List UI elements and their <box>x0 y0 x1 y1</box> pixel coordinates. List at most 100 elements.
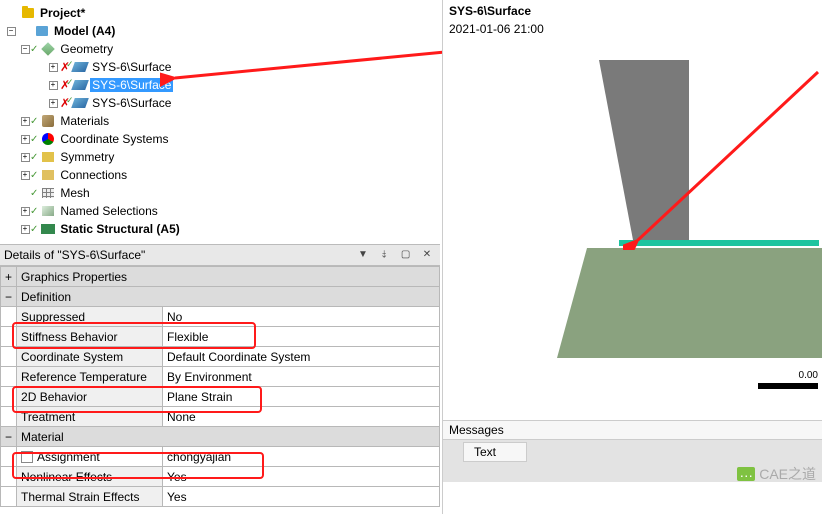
check-icon: ✓ <box>30 170 38 181</box>
row-thermal-label: Thermal Strain Effects <box>17 487 163 507</box>
close-icon[interactable]: ✕ <box>418 249 436 265</box>
row-suppressed-label: Suppressed <box>17 307 163 327</box>
check-icon: ✓ <box>30 44 38 55</box>
materials-icon <box>40 113 56 129</box>
messages-title: Messages <box>449 423 504 437</box>
messages-col-text[interactable]: Text <box>463 442 527 462</box>
row-cs-value[interactable]: Default Coordinate System <box>163 347 440 367</box>
check-icon: ✓ <box>30 134 38 145</box>
tree-coord-systems[interactable]: + ✓ Coordinate Systems <box>4 130 442 148</box>
section-material[interactable]: Material <box>17 427 440 447</box>
row-treatment-label: Treatment <box>17 407 163 427</box>
row-assignment-label: Assignment <box>37 450 100 464</box>
scale-legend: 0.00 <box>758 370 818 389</box>
check-icon: ✓ <box>30 152 38 163</box>
x-check-icon: ✗ <box>60 60 70 74</box>
check-icon: ✓ <box>30 206 38 217</box>
details-pane: Details of "SYS-6\Surface" ▼ ⤈ ▢ ✕ +Grap… <box>0 244 440 507</box>
surface-icon <box>72 95 88 111</box>
tree-materials-label: Materials <box>58 114 111 128</box>
details-header[interactable]: Details of "SYS-6\Surface" ▼ ⤈ ▢ ✕ <box>0 244 440 266</box>
collapse-icon[interactable]: − <box>1 427 17 447</box>
row-assignment-value[interactable]: chongyajian <box>163 447 440 467</box>
section-definition[interactable]: Definition <box>17 287 440 307</box>
static-structural-icon <box>40 221 56 237</box>
viewer-timestamp: 2021-01-06 21:00 <box>443 22 822 36</box>
viewer-title: SYS-6\Surface <box>443 0 822 22</box>
tree-symmetry-label: Symmetry <box>58 150 116 164</box>
x-check-icon: ✗ <box>60 96 70 110</box>
tree-surface-1-label: SYS-6\Surface <box>90 60 173 74</box>
row-2dbehavior-value[interactable]: Plane Strain <box>163 387 440 407</box>
expand-icon[interactable]: + <box>46 78 60 92</box>
collapse-icon[interactable]: − <box>1 287 17 307</box>
geometry-body-selected <box>619 240 819 246</box>
tree-named-selections[interactable]: + ✓ Named Selections <box>4 202 442 220</box>
tree-project[interactable]: Project* <box>4 4 442 22</box>
named-selections-icon <box>40 203 56 219</box>
tree-surface-3-label: SYS-6\Surface <box>90 96 173 110</box>
tree-surface-2[interactable]: + ✗ SYS-6\Surface <box>4 76 442 94</box>
row-treatment-value[interactable]: None <box>163 407 440 427</box>
tree-geometry-label: Geometry <box>58 42 115 56</box>
coord-sys-icon <box>40 131 56 147</box>
row-stiffness-label: Stiffness Behavior <box>17 327 163 347</box>
row-cs-label: Coordinate System <box>17 347 163 367</box>
assignment-checkbox[interactable] <box>21 451 33 463</box>
check-icon: ✓ <box>30 116 38 127</box>
tree-symmetry[interactable]: + ✓ Symmetry <box>4 148 442 166</box>
scale-value: 0.00 <box>799 370 818 381</box>
collapse-icon[interactable]: − <box>4 24 18 38</box>
tree-mesh[interactable]: ✓ Mesh <box>4 184 442 202</box>
tree-ns-label: Named Selections <box>58 204 159 218</box>
expand-icon[interactable]: + <box>1 267 17 287</box>
row-thermal-value[interactable]: Yes <box>163 487 440 507</box>
outline-tree[interactable]: Project* − Model (A4) − ✓ Geometry + ✗ S… <box>0 0 442 240</box>
row-reftemp-value[interactable]: By Environment <box>163 367 440 387</box>
tree-geometry[interactable]: − ✓ Geometry <box>4 40 442 58</box>
pin-icon[interactable]: ⤈ <box>375 249 393 265</box>
mesh-icon <box>40 185 56 201</box>
tree-model[interactable]: − Model (A4) <box>4 22 442 40</box>
row-2dbehavior-label: 2D Behavior <box>17 387 163 407</box>
tree-connections-label: Connections <box>58 168 129 182</box>
properties-table[interactable]: +Graphics Properties −Definition Suppres… <box>0 266 440 507</box>
check-icon: ✓ <box>30 188 38 199</box>
popup-icon[interactable]: ▢ <box>397 249 415 265</box>
tree-ss-label: Static Structural (A5) <box>58 222 181 236</box>
tree-surface-2-label: SYS-6\Surface <box>90 78 173 92</box>
connections-icon <box>40 167 56 183</box>
geometry-viewer[interactable]: SYS-6\Surface 2021-01-06 21:00 0.00 <box>443 0 822 420</box>
tree-mesh-label: Mesh <box>58 186 91 200</box>
surface-icon <box>72 59 88 75</box>
section-graphics[interactable]: Graphics Properties <box>17 267 440 287</box>
x-check-icon: ✗ <box>60 78 70 92</box>
dropdown-icon[interactable]: ▼ <box>354 249 372 265</box>
wechat-icon <box>737 467 755 481</box>
geometry-body-bottom <box>587 248 822 358</box>
tree-surface-3[interactable]: + ✗ SYS-6\Surface <box>4 94 442 112</box>
tree-connections[interactable]: + ✓ Connections <box>4 166 442 184</box>
row-nonlinear-label: Nonlinear Effects <box>17 467 163 487</box>
left-panel: Project* − Model (A4) − ✓ Geometry + ✗ S… <box>0 0 442 514</box>
row-suppressed-value[interactable]: No <box>163 307 440 327</box>
geometry-body-top <box>599 60 689 240</box>
watermark: CAE之道 <box>737 464 816 484</box>
row-stiffness-value[interactable]: Flexible <box>163 327 440 347</box>
row-nonlinear-value[interactable]: Yes <box>163 467 440 487</box>
right-panel: SYS-6\Surface 2021-01-06 21:00 0.00 Mess… <box>442 0 822 514</box>
expand-icon[interactable]: + <box>46 96 60 110</box>
row-reftemp-label: Reference Temperature <box>17 367 163 387</box>
tree-coord-sys-label: Coordinate Systems <box>58 132 170 146</box>
expand-icon[interactable]: + <box>46 60 60 74</box>
messages-header[interactable]: Messages <box>443 420 822 440</box>
tree-project-label: Project* <box>38 6 87 20</box>
scale-bar <box>758 383 818 389</box>
surface-icon <box>72 77 88 93</box>
geometry-icon <box>40 41 56 57</box>
tree-materials[interactable]: + ✓ Materials <box>4 112 442 130</box>
folder-icon <box>20 5 36 21</box>
tree-surface-1[interactable]: + ✗ SYS-6\Surface <box>4 58 442 76</box>
tree-static-structural[interactable]: + ✓ Static Structural (A5) <box>4 220 442 238</box>
model-icon <box>34 23 50 39</box>
